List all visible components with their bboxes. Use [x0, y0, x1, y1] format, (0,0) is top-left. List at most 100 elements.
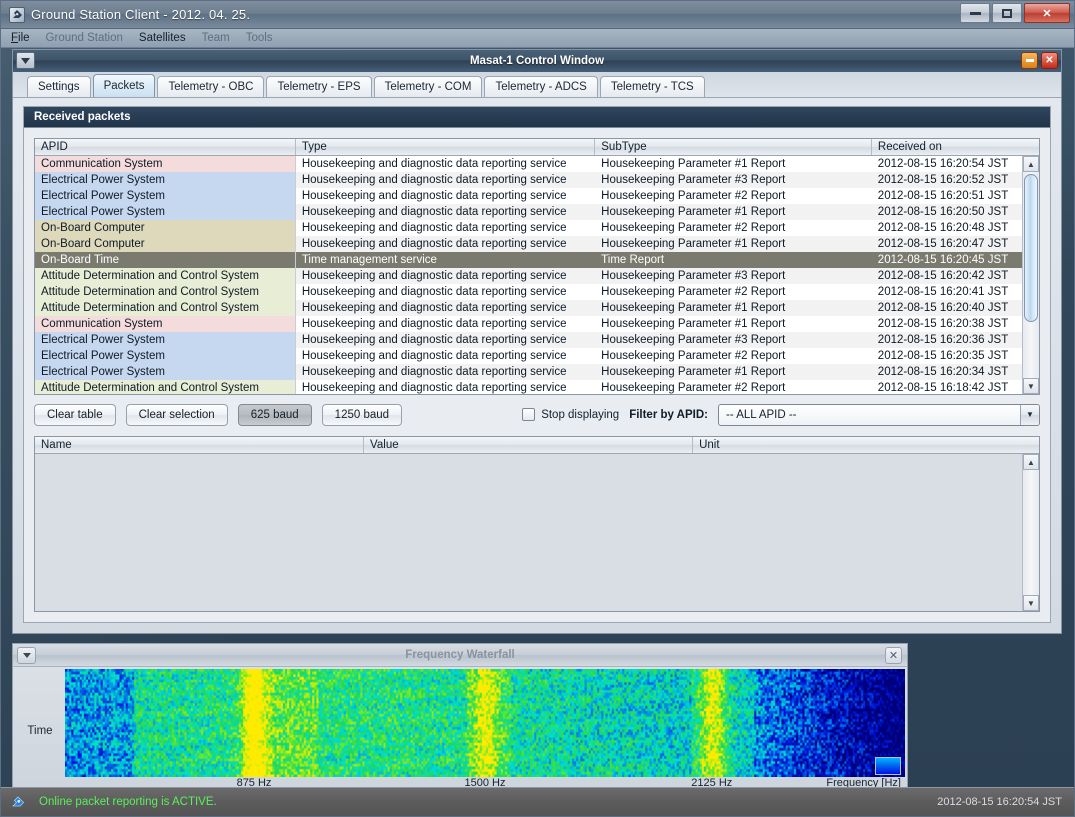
table-row[interactable]: Attitude Determination and Control Syste…: [35, 284, 1022, 300]
filter-by-apid-value: -- ALL APID --: [726, 408, 797, 421]
close-icon: ✕: [888, 650, 899, 662]
tab-telemetry-com[interactable]: Telemetry - COM: [373, 76, 483, 97]
packets-table-body[interactable]: Communication System Housekeeping and dia…: [35, 156, 1022, 394]
waterfall-menu-button[interactable]: [17, 647, 36, 664]
column-header-apid[interactable]: APID: [35, 139, 296, 155]
cell-received: 2012-08-15 16:20:36 JST: [871, 332, 1022, 348]
detail-scroll-up-arrow-icon[interactable]: ▲: [1023, 454, 1039, 470]
waterfall-spectrogram[interactable]: [65, 669, 905, 777]
menu-item-file-rest: ile: [18, 32, 30, 44]
x-tick-1500: 1500 Hz: [464, 777, 506, 787]
window-menu-button[interactable]: [16, 52, 35, 69]
table-row[interactable]: On-Board Computer Housekeeping and diagno…: [35, 220, 1022, 236]
column-header-name[interactable]: Name: [35, 437, 365, 453]
tab-telemetry-obc[interactable]: Telemetry - OBC: [157, 76, 265, 97]
scrollbar-thumb[interactable]: [1024, 174, 1038, 322]
tab-label: Settings: [38, 81, 80, 93]
panel-title: Received packets: [24, 107, 1050, 128]
scrollbar-track[interactable]: [1023, 172, 1039, 378]
cell-apid: Electrical Power System: [35, 204, 296, 220]
table-row[interactable]: Electrical Power System Housekeeping and …: [35, 204, 1022, 220]
masat1-minimize-button[interactable]: [1021, 52, 1038, 69]
table-row[interactable]: Communication System Housekeeping and dia…: [35, 156, 1022, 172]
table-row[interactable]: Electrical Power System Housekeeping and …: [35, 332, 1022, 348]
column-header-subtype[interactable]: SubType: [595, 139, 872, 155]
masat1-close-button[interactable]: ✕: [1041, 52, 1058, 69]
cell-received: 2012-08-15 16:20:35 JST: [871, 348, 1022, 364]
baud-625-button[interactable]: 625 baud: [237, 403, 312, 426]
cell-apid: Attitude Determination and Control Syste…: [35, 284, 296, 300]
detail-table-body[interactable]: [35, 454, 1022, 611]
column-header-received[interactable]: Received on: [872, 139, 1022, 155]
scroll-down-arrow-icon[interactable]: ▼: [1023, 378, 1039, 394]
cell-type: Housekeeping and diagnostic data reporti…: [295, 156, 596, 172]
menu-item-file[interactable]: File: [11, 32, 30, 44]
tab-settings[interactable]: Settings: [27, 76, 91, 97]
cell-apid: Attitude Determination and Control Syste…: [35, 268, 296, 284]
table-row[interactable]: Attitude Determination and Control Syste…: [35, 380, 1022, 394]
tab-label: Telemetry - TCS: [610, 81, 694, 93]
stop-displaying-checkbox-wrap[interactable]: Stop displaying: [522, 408, 619, 421]
chevron-down-icon[interactable]: ▼: [1020, 404, 1039, 425]
column-header-type[interactable]: Type: [296, 139, 596, 155]
table-row[interactable]: Attitude Determination and Control Syste…: [35, 268, 1022, 284]
cell-subtype: Time Report: [595, 252, 872, 268]
packets-vertical-scrollbar[interactable]: ▲ ▼: [1022, 156, 1039, 394]
tab-telemetry-adcs[interactable]: Telemetry - ADCS: [484, 76, 598, 97]
table-row[interactable]: Electrical Power System Housekeeping and …: [35, 188, 1022, 204]
table-row[interactable]: Communication System Housekeeping and dia…: [35, 316, 1022, 332]
table-row[interactable]: On-Board Time Time management service Time…: [35, 252, 1022, 268]
cell-apid: Electrical Power System: [35, 188, 296, 204]
tab-content-packets: Received packets APID Type SubType Recei…: [13, 98, 1061, 633]
tab-telemetry-tcs[interactable]: Telemetry - TCS: [599, 76, 705, 97]
filter-by-apid-label: Filter by APID:: [629, 408, 708, 421]
close-button[interactable]: ✕: [1024, 3, 1070, 23]
tab-telemetry-eps[interactable]: Telemetry - EPS: [266, 76, 372, 97]
cell-type: Housekeeping and diagnostic data reporti…: [295, 332, 596, 348]
menu-item-team[interactable]: Team: [202, 32, 230, 44]
detail-vertical-scrollbar[interactable]: ▲ ▼: [1022, 454, 1039, 611]
column-header-unit[interactable]: Unit: [693, 437, 1022, 453]
menu-item-ground-station[interactable]: Ground Station: [46, 32, 123, 44]
cell-type: Housekeeping and diagnostic data reporti…: [295, 284, 596, 300]
menu-item-tools[interactable]: Tools: [246, 32, 273, 44]
panel-body: APID Type SubType Received on Communicat…: [24, 128, 1050, 622]
x-tick-875: 875 Hz: [236, 777, 272, 787]
cell-received: 2012-08-15 16:20:40 JST: [871, 300, 1022, 316]
table-row[interactable]: Attitude Determination and Control Syste…: [35, 300, 1022, 316]
menu-item-satellites[interactable]: Satellites: [139, 32, 186, 44]
cell-received: 2012-08-15 16:20:41 JST: [871, 284, 1022, 300]
cell-subtype: Housekeeping Parameter #1 Report: [595, 156, 872, 172]
stop-displaying-checkbox[interactable]: [522, 408, 536, 421]
cell-type: Housekeeping and diagnostic data reporti…: [295, 236, 596, 252]
table-row[interactable]: Electrical Power System Housekeeping and …: [35, 172, 1022, 188]
waterfall-y-axis-label: Time: [27, 725, 53, 737]
tab-packets[interactable]: Packets: [92, 74, 156, 97]
waterfall-close-button[interactable]: ✕: [885, 647, 902, 664]
cell-apid: Attitude Determination and Control Syste…: [35, 380, 296, 394]
masat1-titlebar: Masat-1 Control Window ✕: [13, 50, 1061, 72]
column-header-value[interactable]: Value: [364, 437, 694, 453]
baud-1250-button[interactable]: 1250 baud: [321, 403, 403, 426]
clear-selection-button[interactable]: Clear selection: [125, 403, 228, 426]
cell-type: Housekeeping and diagnostic data reporti…: [295, 188, 596, 204]
status-message: Online packet reporting is ACTIVE.: [39, 796, 217, 808]
table-row[interactable]: Electrical Power System Housekeeping and …: [35, 348, 1022, 364]
detail-table-header: Name Value Unit: [35, 437, 1039, 454]
minimize-button[interactable]: [960, 3, 990, 23]
tab-label: Telemetry - OBC: [168, 81, 254, 93]
clear-table-button[interactable]: Clear table: [34, 403, 116, 426]
scroll-up-arrow-icon[interactable]: ▲: [1023, 156, 1039, 172]
cell-type: Housekeeping and diagnostic data reporti…: [295, 364, 596, 380]
table-row[interactable]: Electrical Power System Housekeeping and …: [35, 364, 1022, 380]
detail-scrollbar-track[interactable]: [1023, 470, 1039, 595]
cell-type: Housekeeping and diagnostic data reporti…: [295, 348, 596, 364]
table-row[interactable]: On-Board Computer Housekeeping and diagno…: [35, 236, 1022, 252]
detail-scroll-down-arrow-icon[interactable]: ▼: [1023, 595, 1039, 611]
close-icon: ✕: [1042, 7, 1052, 20]
cell-apid: Communication System: [35, 316, 296, 332]
waterfall-canvas[interactable]: [65, 669, 905, 777]
cell-subtype: Housekeeping Parameter #1 Report: [595, 364, 872, 380]
maximize-button[interactable]: [992, 3, 1022, 23]
filter-by-apid-select[interactable]: -- ALL APID -- ▼: [718, 403, 1040, 426]
